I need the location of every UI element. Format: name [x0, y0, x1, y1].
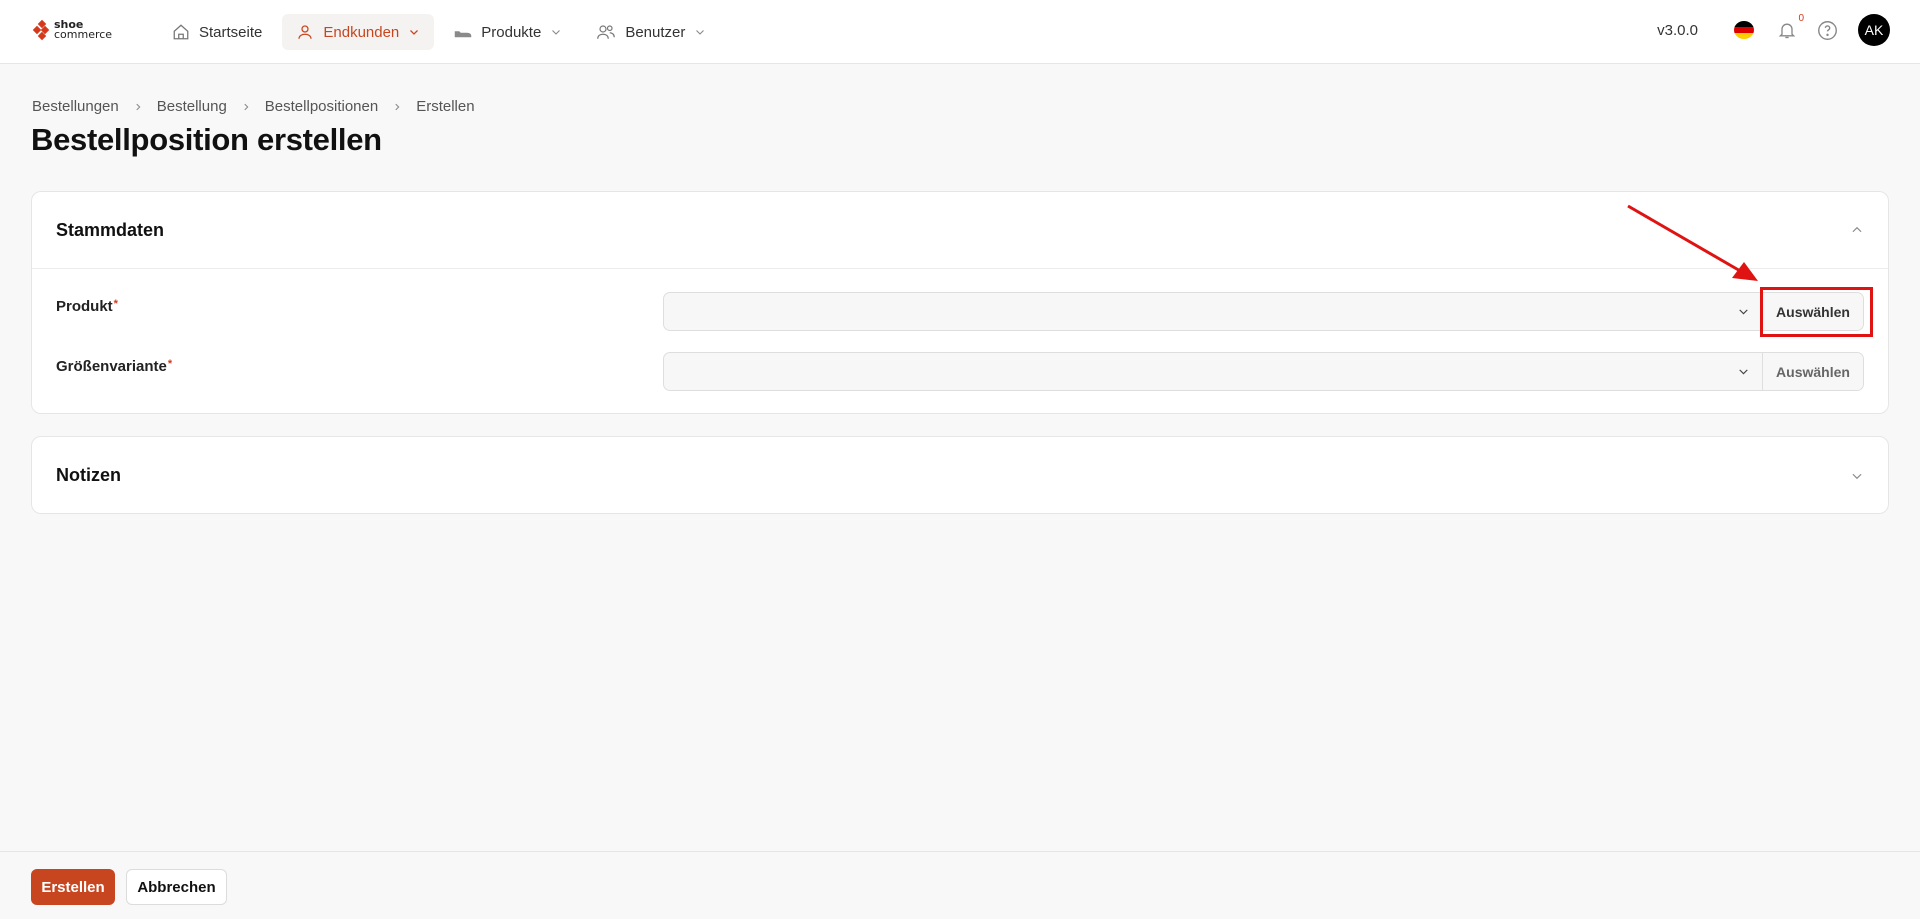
section-stammdaten: Stammdaten Produkt* Auswählen Größenvari… [31, 191, 1889, 414]
version-label: v3.0.0 [1657, 21, 1698, 39]
groessenvariante-auswaehlen-button[interactable]: Auswählen [1762, 353, 1863, 390]
page-title: Bestellposition erstellen [31, 122, 382, 157]
required-marker: * [167, 358, 173, 370]
nav-item-label: Benutzer [625, 23, 686, 41]
chevron-up-icon[interactable] [1850, 223, 1864, 237]
section-header-stammdaten[interactable]: Stammdaten [32, 192, 1888, 269]
top-navigation-bar: shoe commerce Startseite Endkunden Produ… [0, 0, 1920, 64]
users-icon [597, 25, 616, 39]
breadcrumb-item-bestellpositionen[interactable]: Bestellpositionen [265, 98, 378, 115]
field-label-groessenvariante: Größenvariante* [56, 358, 173, 375]
form-row-groessenvariante: Größenvariante* Auswählen [56, 352, 1864, 392]
section-title: Notizen [56, 465, 121, 485]
section-title: Stammdaten [56, 219, 165, 240]
produkt-auswaehlen-button[interactable]: Auswählen [1762, 293, 1863, 330]
chevron-down-icon [410, 30, 419, 35]
chevron-right-icon [133, 102, 143, 112]
nav-item-endkunden[interactable]: Endkunden [282, 14, 435, 50]
chevron-down-icon [696, 30, 705, 35]
nav-item-label: Endkunden [323, 23, 400, 41]
shoe-commerce-logo[interactable]: shoe commerce [32, 18, 113, 41]
breadcrumb-item-bestellung[interactable]: Bestellung [157, 98, 227, 115]
form-footer: Erstellen Abbrechen [0, 851, 1920, 919]
create-button[interactable]: Erstellen [31, 869, 115, 905]
cancel-button[interactable]: Abbrechen [126, 869, 227, 905]
nav-item-startseite[interactable]: Startseite [158, 14, 276, 50]
logo-mark-icon [32, 19, 50, 41]
nav-item-produkte[interactable]: Produkte [440, 14, 576, 50]
bell-icon [1778, 23, 1796, 39]
notification-count-badge: 0 [1798, 13, 1804, 24]
user-avatar[interactable]: AK [1858, 14, 1890, 46]
breadcrumb-item-erstellen: Erstellen [416, 98, 475, 115]
section-notizen: Notizen [31, 436, 1889, 514]
nav-item-label: Produkte [481, 23, 542, 41]
required-marker: * [113, 298, 118, 310]
chevron-right-icon [241, 102, 251, 112]
help-button[interactable] [1816, 19, 1838, 41]
section-header-notizen[interactable]: Notizen [32, 437, 1888, 514]
user-icon [298, 25, 313, 39]
produkt-select-group: Auswählen [663, 292, 1864, 331]
nav-item-benutzer[interactable]: Benutzer [582, 14, 720, 50]
chevron-down-icon [552, 30, 561, 35]
notifications-button[interactable]: 0 [1776, 13, 1804, 41]
help-circle-icon [1817, 20, 1837, 40]
groessenvariante-select-group: Auswählen [663, 352, 1864, 391]
main-nav: Startseite Endkunden Produkte Benutzer [158, 14, 720, 50]
field-label-produkt: Produkt* [56, 298, 118, 315]
form-row-produkt: Produkt* Auswählen [56, 292, 1864, 332]
header-actions: v3.0.0 0 AK [1657, 13, 1890, 46]
produkt-select[interactable] [664, 293, 1762, 330]
germany-flag-icon[interactable] [1734, 21, 1754, 39]
chevron-right-icon [392, 102, 402, 112]
home-icon [173, 24, 189, 40]
chevron-down-icon [1739, 369, 1748, 375]
chevron-down-icon [1739, 309, 1748, 315]
breadcrumb-item-bestellungen[interactable]: Bestellungen [32, 98, 119, 115]
breadcrumb: Bestellungen Bestellung Bestellpositione… [32, 98, 475, 115]
logo-text: shoe commerce [54, 18, 113, 41]
groessenvariante-select[interactable] [664, 353, 1762, 390]
shoe-icon [455, 31, 472, 38]
nav-item-label: Startseite [199, 23, 263, 41]
chevron-down-icon[interactable] [1850, 469, 1864, 483]
